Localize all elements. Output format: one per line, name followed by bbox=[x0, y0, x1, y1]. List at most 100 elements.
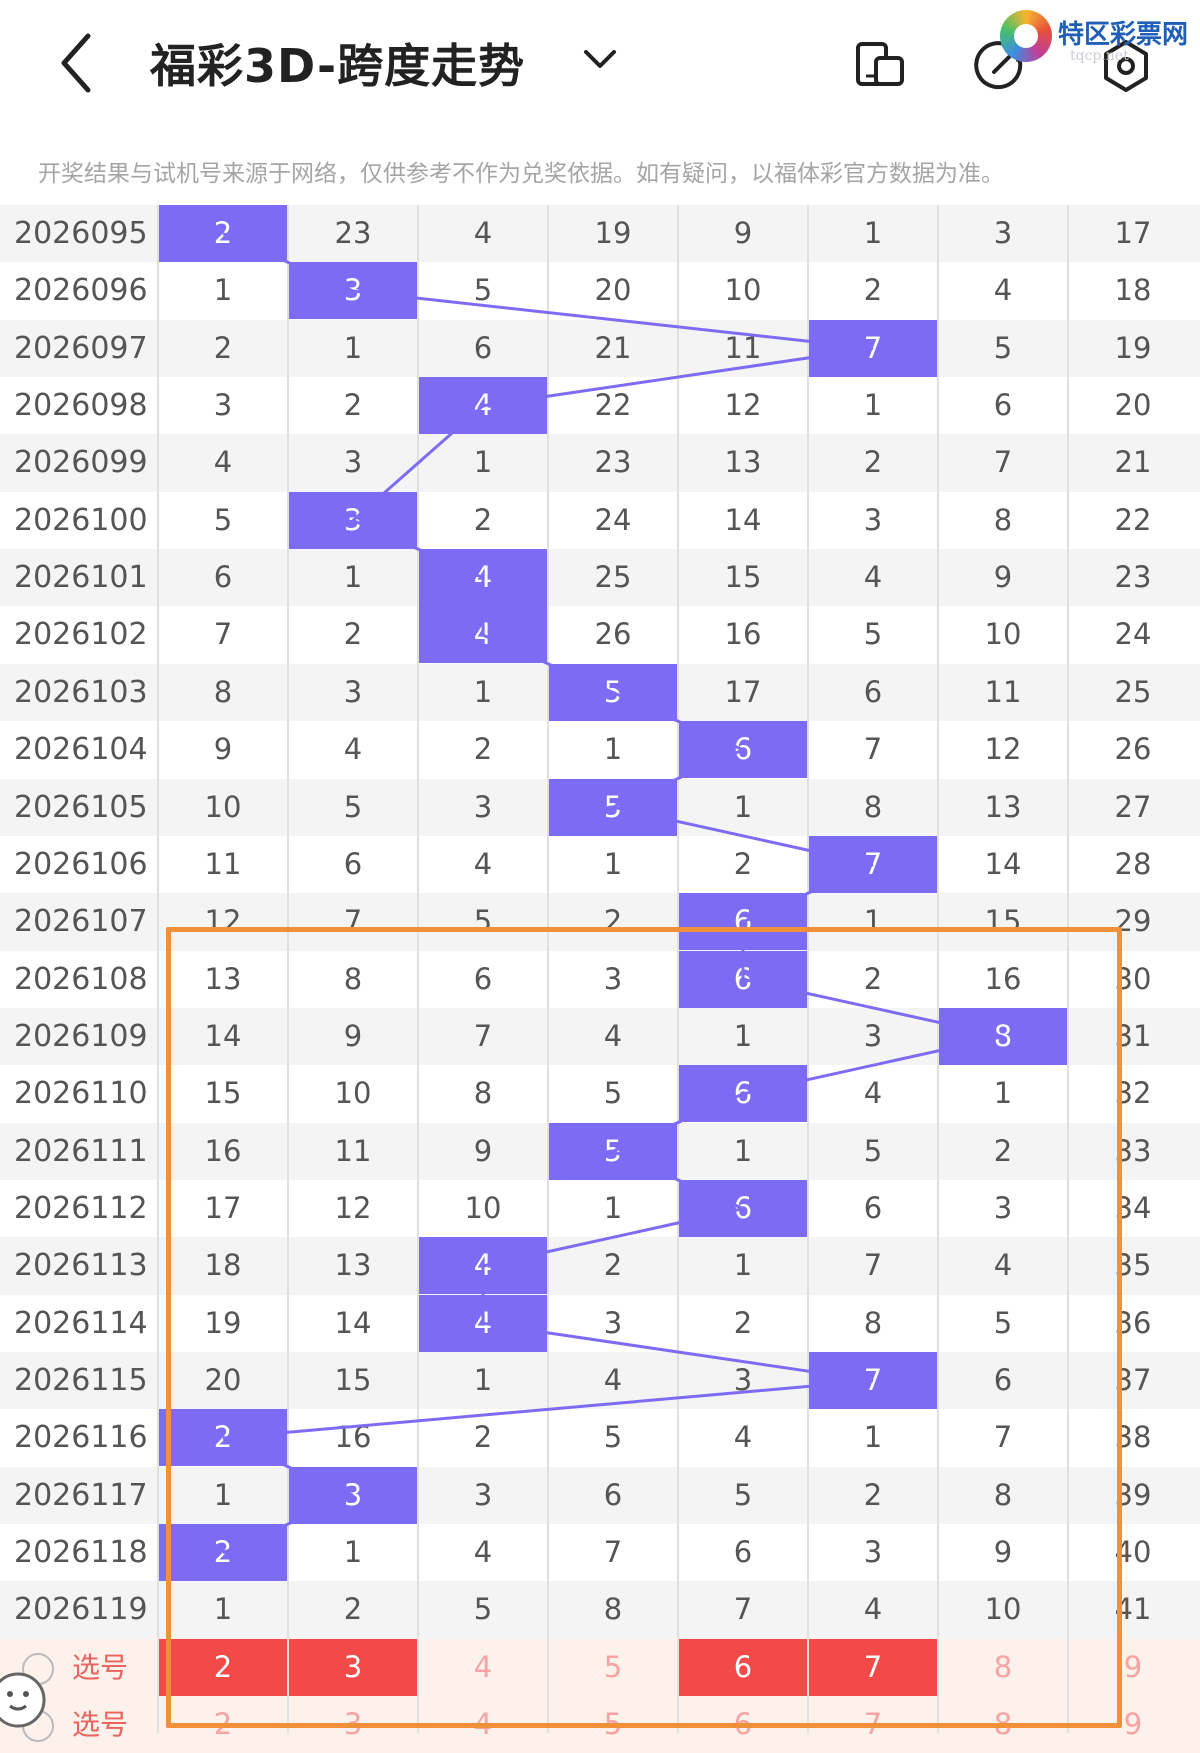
issue-number: 2026117 bbox=[14, 1477, 148, 1513]
table-cell: 6 bbox=[993, 388, 1013, 423]
span-hit-cell: 5 bbox=[548, 778, 678, 836]
table-cell: 2 bbox=[213, 330, 233, 365]
span-hit-cell: 3 bbox=[288, 491, 418, 549]
issue-number: 2026118 bbox=[14, 1535, 148, 1571]
table-cell: 5 bbox=[473, 273, 493, 308]
issue-number: 2026113 bbox=[14, 1248, 148, 1284]
table-cell: 1 bbox=[473, 445, 493, 480]
table-cell: 23 bbox=[594, 445, 632, 480]
table-cell: 14 bbox=[984, 846, 1022, 881]
table-cell: 12 bbox=[984, 732, 1022, 767]
table-cell: 3 bbox=[343, 445, 363, 480]
site-logo: 特区彩票网 tqcp.net bbox=[1000, 8, 1200, 68]
table-cell: 9 bbox=[993, 560, 1013, 595]
logo-text: 特区彩票网 bbox=[1058, 20, 1189, 50]
issue-number: 2026100 bbox=[14, 502, 148, 538]
span-hit-cell: 6 bbox=[678, 721, 808, 779]
table-cell: 3 bbox=[473, 789, 493, 824]
table-cell: 4 bbox=[343, 732, 363, 767]
issue-number: 2026111 bbox=[14, 1133, 148, 1169]
table-cell: 2 bbox=[343, 617, 363, 652]
table-cell: 18 bbox=[1114, 273, 1152, 308]
table-cell: 2 bbox=[473, 502, 493, 537]
table-cell: 3 bbox=[863, 502, 883, 537]
span-hit-cell: 4 bbox=[418, 606, 548, 664]
table-cell: 11 bbox=[984, 674, 1022, 709]
device-icon[interactable] bbox=[852, 38, 908, 94]
table-cell: 26 bbox=[1114, 732, 1152, 767]
highlight-box bbox=[166, 927, 1122, 1728]
table-cell: 5 bbox=[343, 789, 363, 824]
table-cell: 8 bbox=[993, 502, 1013, 537]
issue-number: 2026115 bbox=[14, 1363, 148, 1398]
table-cell: 27 bbox=[1114, 789, 1152, 824]
span-hit-cell: 7 bbox=[808, 319, 938, 377]
table-cell: 11 bbox=[724, 330, 762, 365]
table-row: 2026102 7 2 4 26 16 5 10 24 bbox=[0, 606, 1200, 664]
table-cell: 19 bbox=[1114, 330, 1152, 365]
table-cell: 5 bbox=[863, 617, 883, 652]
table-cell: 24 bbox=[594, 502, 632, 537]
table-row: 2026103 8 3 1 5 17 6 11 25 bbox=[0, 663, 1200, 722]
table-cell: 15 bbox=[724, 560, 762, 595]
table-cell: 22 bbox=[594, 388, 632, 423]
table-cell: 8 bbox=[863, 789, 883, 824]
table-row: 2026100 5 3 2 24 14 3 8 22 bbox=[0, 491, 1200, 550]
table-cell: 26 bbox=[594, 617, 632, 652]
logo-icon bbox=[1000, 10, 1052, 62]
table-cell: 1 bbox=[473, 674, 493, 709]
table-cell: 2 bbox=[863, 445, 883, 480]
table-cell: 19 bbox=[594, 216, 632, 250]
table-cell: 4 bbox=[993, 273, 1013, 308]
table-cell: 2 bbox=[733, 846, 753, 881]
table-cell: 10 bbox=[984, 617, 1022, 652]
table-cell: 13 bbox=[724, 445, 762, 480]
table-cell: 3 bbox=[993, 216, 1013, 250]
table-cell: 17 bbox=[724, 674, 762, 709]
table-cell: 5 bbox=[993, 330, 1013, 365]
span-hit-cell: 5 bbox=[548, 663, 678, 721]
table-cell: 20 bbox=[1114, 388, 1152, 423]
table-cell: 23 bbox=[1114, 560, 1152, 595]
table-cell: 7 bbox=[993, 445, 1013, 480]
table-cell: 21 bbox=[1114, 445, 1152, 480]
table-cell: 1 bbox=[603, 846, 623, 881]
issue-number: 2026099 bbox=[14, 445, 148, 481]
issue-number: 2026112 bbox=[14, 1190, 148, 1226]
issue-number: 2026098 bbox=[14, 388, 148, 424]
app-header: 福彩3D-跨度走势 特区彩票网 tqcp.net 开奖结果与试机号来源于网络，仅… bbox=[0, 0, 1200, 187]
table-cell: 2 bbox=[473, 732, 493, 767]
span-hit-cell: 4 bbox=[418, 549, 548, 607]
issue-number: 2026095 bbox=[14, 216, 148, 251]
table-cell: 28 bbox=[1114, 846, 1152, 881]
span-hit-cell: 4 bbox=[418, 377, 548, 435]
table-cell: 6 bbox=[343, 846, 363, 881]
table-row: 2026106 11 6 4 1 2 7 14 28 bbox=[0, 835, 1200, 894]
table-row: 2026101 6 1 4 25 15 4 9 23 bbox=[0, 549, 1200, 607]
table-cell: 4 bbox=[473, 216, 493, 250]
table-cell: 11 bbox=[204, 846, 242, 881]
table-cell: 4 bbox=[863, 560, 883, 595]
assistant-icon[interactable] bbox=[0, 1660, 60, 1730]
issue-number: 2026114 bbox=[14, 1305, 148, 1341]
table-cell: 9 bbox=[733, 216, 753, 250]
table-cell: 3 bbox=[343, 674, 363, 709]
table-row: 2026099 4 3 1 23 13 2 7 21 bbox=[0, 434, 1200, 492]
issue-number: 2026104 bbox=[14, 732, 148, 768]
issue-number: 2026107 bbox=[14, 904, 148, 940]
table-cell: 16 bbox=[724, 617, 762, 652]
table-cell: 1 bbox=[343, 330, 363, 365]
logo-subtext: tqcp.net bbox=[1070, 48, 1129, 64]
table-cell: 1 bbox=[343, 560, 363, 595]
page-title[interactable]: 福彩3D-跨度走势 bbox=[150, 30, 525, 96]
table-row: 2026105 10 5 3 5 1 8 13 27 bbox=[0, 778, 1200, 836]
chevron-down-icon[interactable] bbox=[578, 42, 622, 76]
issue-number: 2026096 bbox=[14, 273, 148, 309]
table-cell: 23 bbox=[334, 216, 372, 250]
table-cell: 22 bbox=[1114, 502, 1152, 537]
table-cell: 1 bbox=[863, 216, 883, 250]
back-icon[interactable] bbox=[52, 28, 102, 98]
table-cell: 10 bbox=[204, 789, 242, 824]
table-cell: 4 bbox=[473, 846, 493, 881]
issue-number: 2026101 bbox=[14, 560, 148, 596]
